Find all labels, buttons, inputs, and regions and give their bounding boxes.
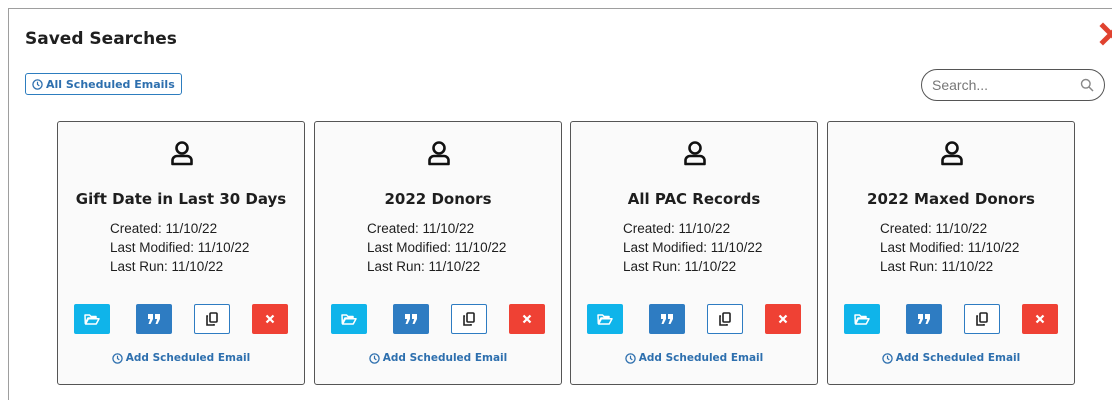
saved-search-card: Gift Date in Last 30 Days Created: 11/10… xyxy=(57,121,305,385)
last-modified-date: Last Modified: 11/10/22 xyxy=(110,240,250,255)
saved-search-cards: Gift Date in Last 30 Days Created: 11/10… xyxy=(57,121,1077,387)
created-date: Created: 11/10/22 xyxy=(110,221,218,236)
last-run-date: Last Run: 11/10/22 xyxy=(623,259,737,274)
open-search-button[interactable] xyxy=(587,304,623,334)
add-scheduled-email-label: Add Scheduled Email xyxy=(895,352,1021,364)
user-icon xyxy=(684,141,706,166)
add-scheduled-email-link[interactable]: Add Scheduled Email xyxy=(58,352,304,364)
add-scheduled-email-label: Add Scheduled Email xyxy=(125,352,251,364)
folder-open-icon xyxy=(341,314,357,325)
clock-icon xyxy=(625,352,636,364)
card-meta: Created: 11/10/22 Last Modified: 11/10/2… xyxy=(623,219,762,276)
quote-icon xyxy=(405,314,417,324)
card-actions xyxy=(74,304,290,334)
copy-button[interactable] xyxy=(964,304,1000,334)
card-title: Gift Date in Last 30 Days xyxy=(75,190,287,208)
delete-x-icon xyxy=(265,314,275,324)
search-icon[interactable] xyxy=(1080,78,1094,92)
add-scheduled-email-label: Add Scheduled Email xyxy=(638,352,764,364)
saved-search-card: 2022 Donors Created: 11/10/22 Last Modif… xyxy=(314,121,562,385)
folder-open-icon xyxy=(84,314,100,325)
last-modified-date: Last Modified: 11/10/22 xyxy=(880,240,1020,255)
quote-button[interactable] xyxy=(649,304,685,334)
copy-icon xyxy=(463,312,475,326)
copy-icon xyxy=(976,312,988,326)
card-meta: Created: 11/10/22 Last Modified: 11/10/2… xyxy=(367,219,506,276)
delete-x-icon xyxy=(522,314,532,324)
delete-x-icon xyxy=(778,314,788,324)
saved-search-card: 2022 Maxed Donors Created: 11/10/22 Last… xyxy=(827,121,1075,385)
quote-button[interactable] xyxy=(906,304,942,334)
copy-button[interactable] xyxy=(707,304,743,334)
created-date: Created: 11/10/22 xyxy=(880,221,988,236)
last-run-date: Last Run: 11/10/22 xyxy=(880,259,994,274)
search-input[interactable] xyxy=(932,77,1080,93)
copy-button[interactable] xyxy=(194,304,230,334)
card-meta: Created: 11/10/22 Last Modified: 11/10/2… xyxy=(880,219,1019,276)
clock-icon xyxy=(112,352,123,364)
all-scheduled-emails-button[interactable]: All Scheduled Emails xyxy=(25,73,182,95)
card-title: 2022 Donors xyxy=(384,190,492,208)
quote-icon xyxy=(148,314,160,324)
delete-button[interactable] xyxy=(252,304,288,334)
delete-button[interactable] xyxy=(509,304,545,334)
delete-button[interactable] xyxy=(1022,304,1058,334)
saved-searches-modal: Saved Searches All Scheduled Emails Gift… xyxy=(8,8,1112,400)
folder-open-icon xyxy=(854,314,870,325)
quote-icon xyxy=(918,314,930,324)
created-date: Created: 11/10/22 xyxy=(367,221,475,236)
copy-icon xyxy=(206,312,218,326)
user-icon xyxy=(428,141,450,166)
add-scheduled-email-link[interactable]: Add Scheduled Email xyxy=(828,352,1074,364)
last-modified-date: Last Modified: 11/10/22 xyxy=(367,240,507,255)
open-search-button[interactable] xyxy=(74,304,110,334)
card-title: All PAC Records xyxy=(627,190,761,208)
clock-icon xyxy=(369,352,380,364)
last-run-date: Last Run: 11/10/22 xyxy=(110,259,224,274)
card-title: 2022 Maxed Donors xyxy=(867,190,1035,208)
open-search-button[interactable] xyxy=(331,304,367,334)
search-box xyxy=(921,69,1105,101)
card-meta: Created: 11/10/22 Last Modified: 11/10/2… xyxy=(110,219,249,276)
last-modified-date: Last Modified: 11/10/22 xyxy=(623,240,763,255)
created-date: Created: 11/10/22 xyxy=(623,221,731,236)
add-scheduled-email-link[interactable]: Add Scheduled Email xyxy=(315,352,561,364)
card-actions xyxy=(844,304,1060,334)
delete-button[interactable] xyxy=(765,304,801,334)
all-scheduled-emails-label: All Scheduled Emails xyxy=(46,77,175,91)
user-icon xyxy=(171,141,193,166)
delete-x-icon xyxy=(1035,314,1045,324)
clock-icon xyxy=(882,352,893,364)
open-search-button[interactable] xyxy=(844,304,880,334)
copy-button[interactable] xyxy=(451,304,487,334)
copy-icon xyxy=(719,312,731,326)
card-actions xyxy=(587,304,803,334)
saved-search-card: All PAC Records Created: 11/10/22 Last M… xyxy=(570,121,818,385)
add-scheduled-email-link[interactable]: Add Scheduled Email xyxy=(571,352,817,364)
quote-button[interactable] xyxy=(136,304,172,334)
quote-icon xyxy=(661,314,673,324)
close-x-icon[interactable] xyxy=(1097,21,1112,47)
clock-icon xyxy=(32,78,43,90)
last-run-date: Last Run: 11/10/22 xyxy=(367,259,481,274)
user-icon xyxy=(941,141,963,166)
add-scheduled-email-label: Add Scheduled Email xyxy=(382,352,508,364)
card-actions xyxy=(331,304,547,334)
quote-button[interactable] xyxy=(393,304,429,334)
modal-title: Saved Searches xyxy=(25,29,177,49)
folder-open-icon xyxy=(597,314,613,325)
